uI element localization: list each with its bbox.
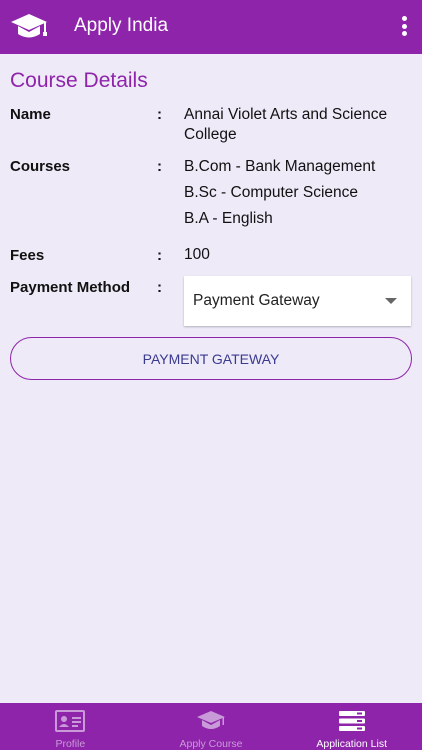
name-label: Name <box>10 106 51 123</box>
list-icon <box>338 711 365 731</box>
nav-item-profile[interactable]: Profile <box>0 703 141 750</box>
graduation-cap-icon <box>197 711 225 729</box>
course-item: B.Sc - Computer Science <box>184 184 359 201</box>
courses-label: Courses <box>10 158 71 175</box>
bottom-navigation: Profile Apply Course Application List <box>0 703 422 750</box>
payment-method-select[interactable]: Payment Gateway <box>184 276 411 326</box>
nav-item-apply-course[interactable]: Apply Course <box>141 703 282 750</box>
college-name: Annai Violet Arts and Science College <box>184 105 387 145</box>
courses-colon: : <box>157 158 162 175</box>
payment-method-selected: Payment Gateway <box>193 292 320 309</box>
payment-method-colon: : <box>157 279 162 296</box>
college-name-line2: College <box>184 126 237 143</box>
course-item: B.A - English <box>184 210 273 227</box>
college-name-line1: Annai Violet Arts and Science <box>184 106 388 123</box>
fees-label: Fees <box>10 247 45 264</box>
fees-colon: : <box>157 247 162 264</box>
dropdown-arrow-icon <box>385 298 397 304</box>
graduation-cap-icon <box>11 14 47 38</box>
name-colon: : <box>157 106 162 123</box>
payment-method-label: Payment Method <box>10 279 131 296</box>
more-vert-icon[interactable] <box>396 14 412 38</box>
course-item: B.Com - Bank Management <box>184 158 376 175</box>
nav-item-application-list[interactable]: Application List <box>281 703 422 750</box>
nav-label-application-list: Application List <box>316 738 387 750</box>
nav-label-profile: Profile <box>55 738 86 750</box>
app-title: Apply India <box>74 15 169 36</box>
courses-list: B.Com - Bank Management B.Sc - Computer … <box>184 157 375 235</box>
nav-label-apply-course: Apply Course <box>179 738 243 750</box>
fees-value: 100 <box>184 246 210 263</box>
app-bar: Apply India <box>0 0 422 54</box>
payment-gateway-button[interactable]: PAYMENT GATEWAY <box>10 337 412 380</box>
section-title: Course Details <box>10 69 148 92</box>
id-card-icon <box>55 710 86 732</box>
